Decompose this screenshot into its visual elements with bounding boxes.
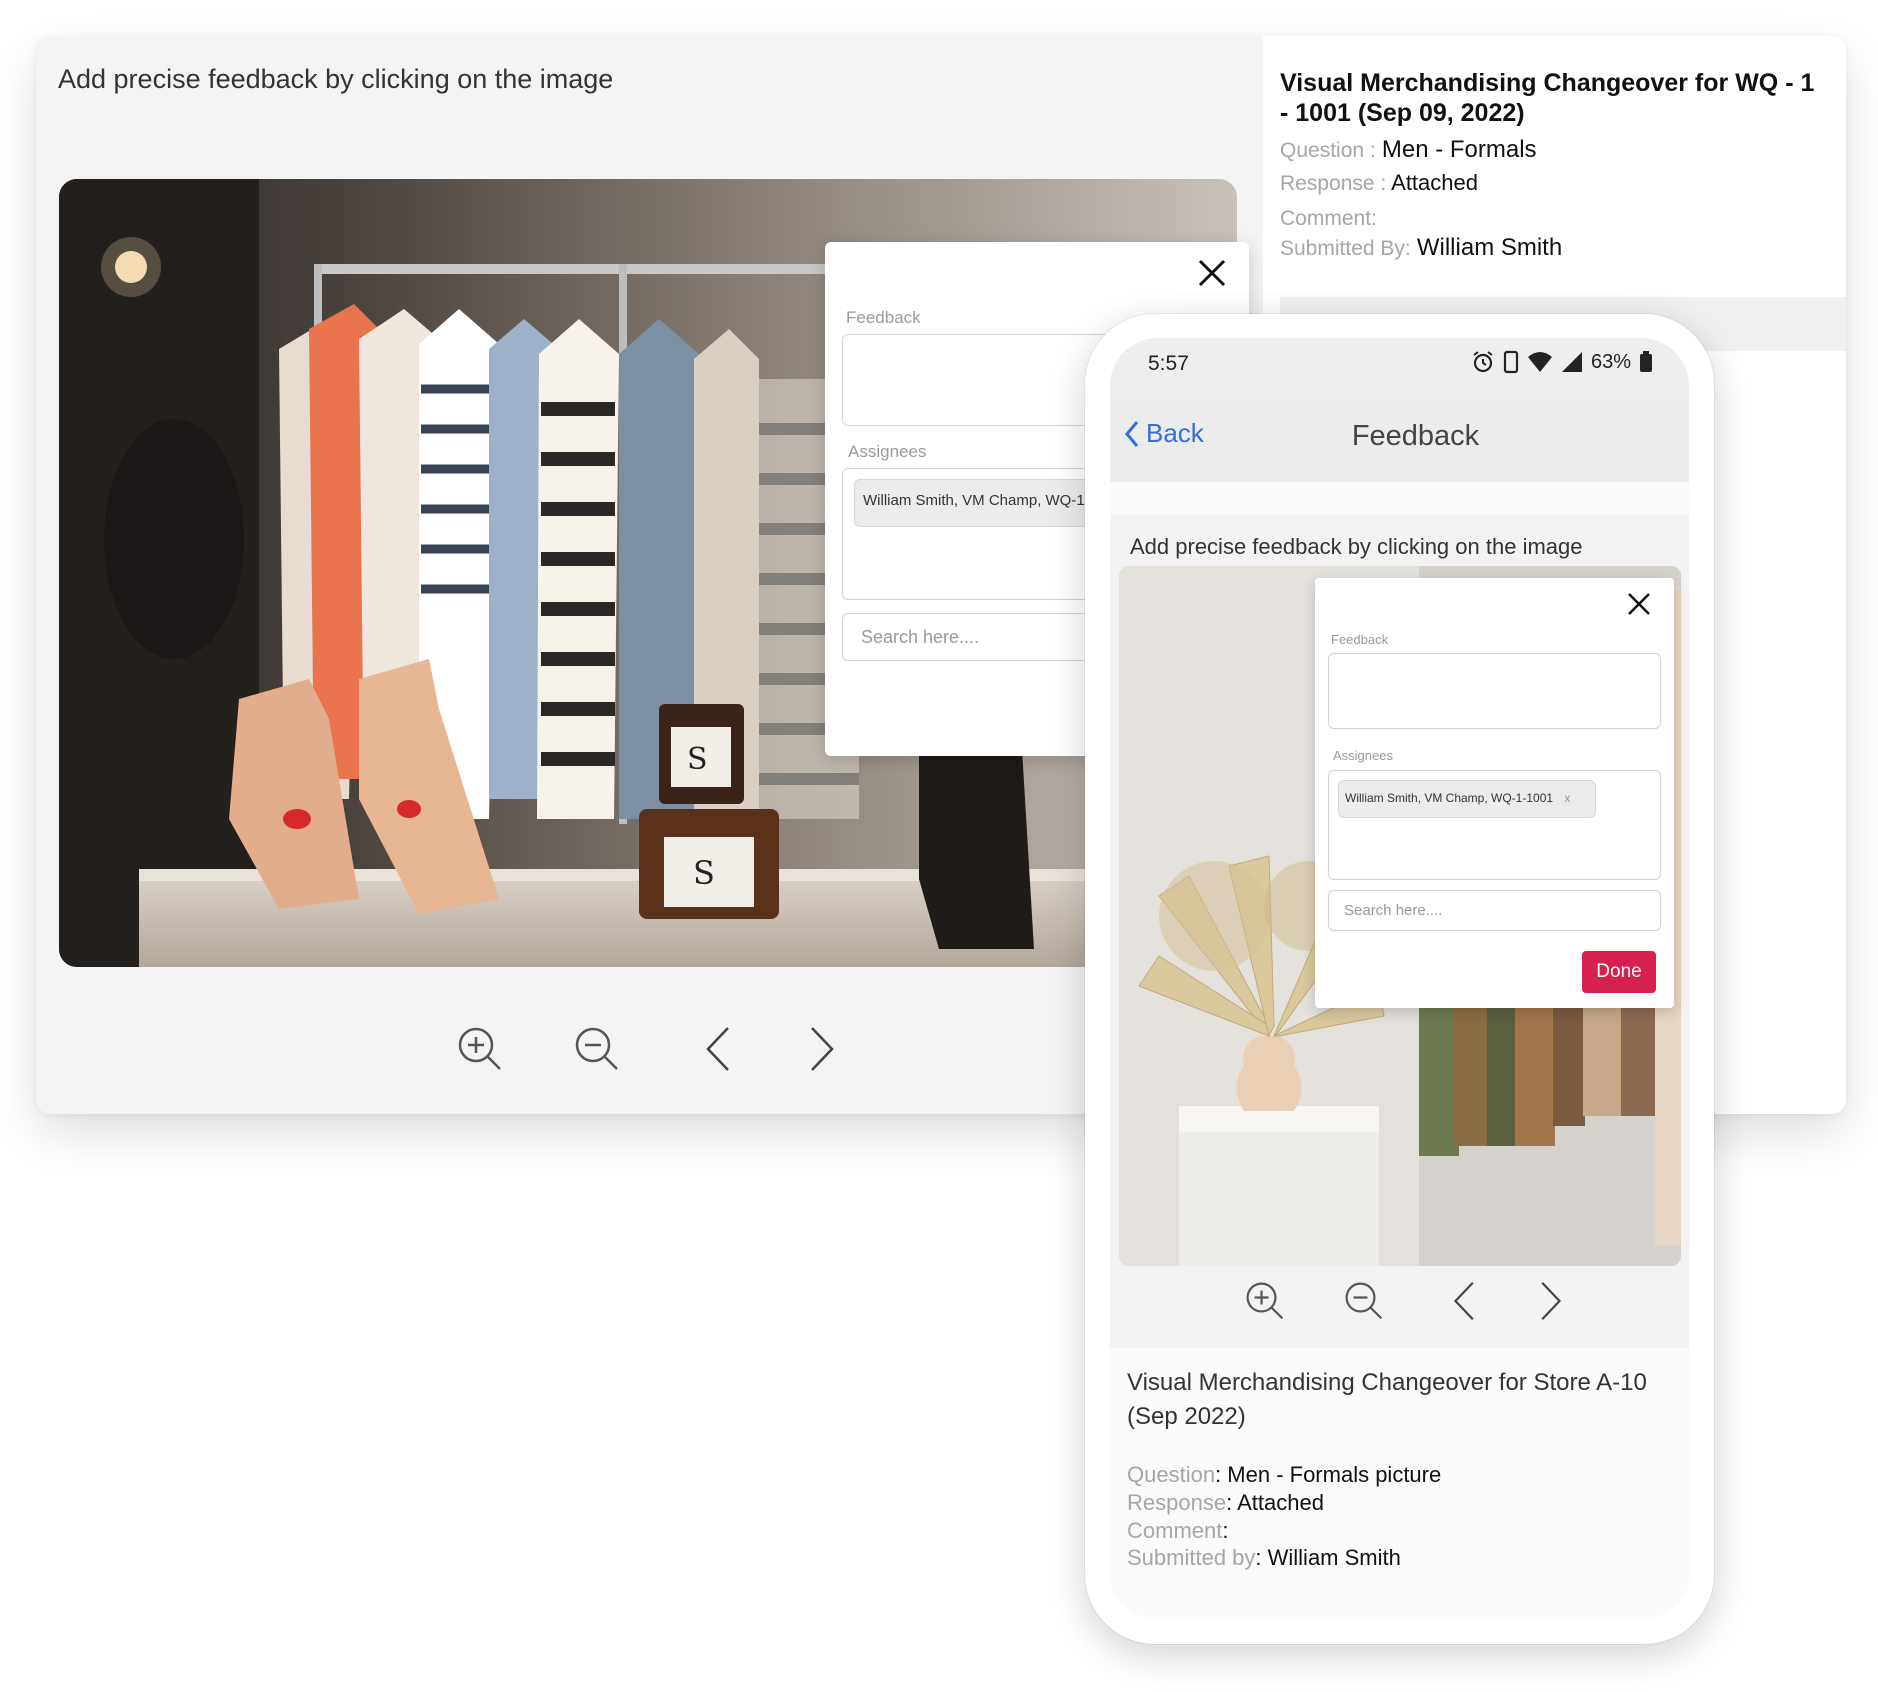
submitted-by-value: : William Smith	[1255, 1545, 1401, 1570]
wifi-icon	[1527, 352, 1552, 372]
response-key: Response	[1127, 1490, 1227, 1515]
status-time: 5:57	[1148, 352, 1189, 375]
phone-screen: 5:57 63% Back Feedback Add precise feedb…	[1110, 338, 1689, 1617]
phone-vibrate-icon	[1503, 350, 1519, 374]
submitted-by-key: Submitted By:	[1280, 237, 1411, 260]
battery-icon	[1640, 351, 1652, 372]
question-row: Question : Men - Formals	[1280, 136, 1537, 164]
submitted-by-key: Submitted by	[1127, 1545, 1256, 1570]
next-arrow-icon[interactable]	[806, 1026, 836, 1077]
response-key: Response :	[1280, 172, 1387, 195]
feedback-label: Feedback	[846, 308, 921, 327]
search-placeholder: Search here....	[1344, 902, 1443, 919]
phone-feedback-popup: Feedback Assignees William Smith, VM Cha…	[1315, 578, 1674, 1008]
phone-mockup: 5:57 63% Back Feedback Add precise feedb…	[1085, 314, 1714, 1644]
comment-value: :	[1222, 1518, 1229, 1543]
status-icons: 63%	[1471, 350, 1653, 374]
feedback-label: Feedback	[1331, 632, 1389, 647]
comment-row: Comment:	[1127, 1518, 1228, 1544]
submission-title: Visual Merchandising Changeover for WQ -…	[1280, 69, 1815, 127]
next-arrow-icon[interactable]	[1537, 1281, 1563, 1326]
search-placeholder: Search here....	[861, 627, 980, 647]
assignees-label: Assignees	[848, 442, 927, 461]
zoom-out-icon[interactable]	[574, 1026, 620, 1077]
close-icon[interactable]	[1627, 592, 1651, 621]
chip-remove-icon[interactable]: x	[1564, 791, 1570, 805]
done-button[interactable]: Done	[1582, 951, 1656, 993]
comment-row: Comment:	[1280, 204, 1377, 232]
submitted-by-value: William Smith	[1416, 234, 1563, 261]
zoom-in-icon[interactable]	[457, 1026, 503, 1077]
response-value: : Attached	[1226, 1490, 1324, 1515]
phone-instruction-heading: Add precise feedback by clicking on the …	[1130, 534, 1583, 559]
question-value: Men - Formals	[1381, 136, 1537, 163]
desktop-instruction-heading: Add precise feedback by clicking on the …	[58, 64, 614, 94]
cellular-signal-icon	[1561, 352, 1582, 372]
submitted-by-row: Submitted by: William Smith	[1127, 1545, 1401, 1571]
navbar-spacer	[1110, 482, 1689, 514]
question-value: : Men - Formals picture	[1215, 1462, 1442, 1487]
phone-navbar: Back Feedback	[1110, 398, 1689, 482]
page-title: Feedback	[1351, 420, 1480, 452]
assignee-chip-label: William Smith, VM Champ, WQ-1-1001	[1345, 791, 1554, 805]
search-input[interactable]: Search here....	[1328, 890, 1661, 931]
svg-text:S: S	[693, 854, 715, 892]
alarm-icon	[1473, 351, 1493, 373]
previous-arrow-icon[interactable]	[1452, 1281, 1478, 1326]
response-value: Attached	[1391, 170, 1478, 195]
comment-key: Comment:	[1280, 207, 1377, 230]
previous-arrow-icon[interactable]	[704, 1026, 734, 1077]
question-key: Question :	[1280, 139, 1376, 162]
comment-key: Comment	[1127, 1518, 1223, 1543]
assignees-field[interactable]: William Smith, VM Champ, WQ-1-1001 x	[1328, 770, 1661, 880]
response-row: Response : Attached	[1280, 170, 1478, 196]
zoom-in-icon[interactable]	[1245, 1281, 1285, 1326]
submitted-by-row: Submitted By: William Smith	[1280, 234, 1562, 262]
status-bar: 5:57 63%	[1110, 338, 1689, 398]
svg-text:S: S	[687, 742, 708, 777]
battery-percent: 63%	[1590, 350, 1631, 373]
response-row: Response: Attached	[1127, 1490, 1324, 1516]
zoom-out-icon[interactable]	[1344, 1281, 1384, 1326]
phone-details-panel: Visual Merchandising Changeover for Stor…	[1110, 1348, 1689, 1617]
assignee-chip[interactable]: William Smith, VM Champ, WQ-1-1001 x	[1338, 780, 1596, 818]
feedback-textarea[interactable]	[1328, 653, 1661, 729]
close-icon[interactable]	[1197, 258, 1227, 293]
question-row: Question: Men - Formals picture	[1127, 1462, 1441, 1488]
assignees-label: Assignees	[1333, 748, 1393, 763]
question-key: Question	[1127, 1462, 1216, 1487]
submission-title: Visual Merchandising Changeover for Stor…	[1127, 1369, 1647, 1430]
